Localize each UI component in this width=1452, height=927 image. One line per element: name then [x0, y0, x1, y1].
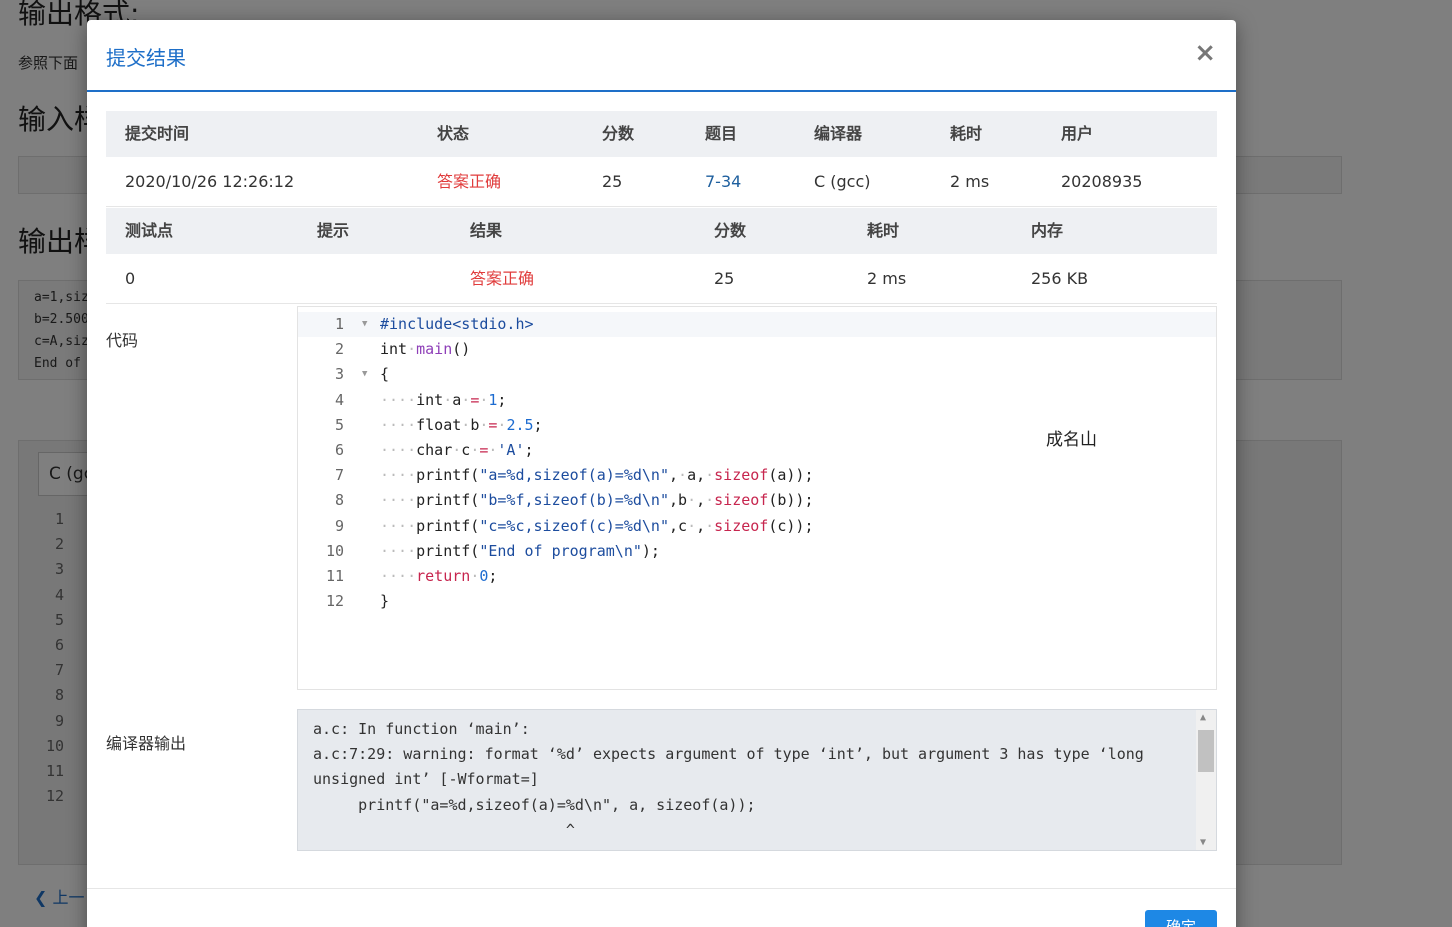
test-memory: 256 KB [1031, 269, 1089, 288]
line-number: 9 [334, 516, 344, 535]
code-text: ····char·c·=·'A'; [380, 441, 534, 459]
scrollbar-thumb[interactable] [1198, 730, 1214, 772]
code-line: 12} [298, 589, 1216, 614]
header-status: 状态 [437, 124, 470, 143]
modal-header: 提交结果 × [87, 20, 1236, 92]
code-line: 7 ····printf("a=%d,sizeof(a)=%d\n",·a,·si… [298, 463, 1216, 488]
code-text: { [380, 365, 390, 384]
line-number: 1 [334, 315, 344, 333]
scroll-down-icon[interactable]: ▼ [1200, 837, 1206, 848]
line-number: 7 [334, 466, 344, 485]
code-text: ····int·a·=·1; [380, 390, 507, 409]
table-row: 2020/10/26 12:26:12 答案正确 25 7-34 C (gcc)… [106, 157, 1217, 207]
line-number: 11 [325, 567, 344, 585]
code-line: 2 int·main() [298, 337, 1216, 362]
compiler-output-box[interactable]: a.c: In function ‘main’: a.c:7:29: warni… [297, 709, 1217, 851]
code-label: 代码 [106, 331, 139, 350]
header-elapsed: 耗时 [950, 124, 983, 143]
fold-arrow-icon[interactable]: ▼ [362, 312, 367, 337]
code-line: 8 ····printf("b=%f,sizeof(b)=%d\n",b·,·si… [298, 488, 1216, 513]
code-line: 11 ····return·0; [298, 564, 1216, 589]
compiler-output-label: 编译器输出 [106, 734, 187, 753]
watermark: 成名山 [1046, 430, 1097, 450]
submission-result-modal: 提交结果 × 提交时间 状态 分数 题目 编译器 耗时 用户 2020/10/2… [87, 20, 1236, 927]
test-point: 0 [125, 269, 136, 288]
code-text: } [380, 592, 390, 611]
compiler-value: C (gcc) [814, 172, 871, 191]
modal-title: 提交结果 [106, 46, 186, 70]
line-number: 4 [334, 390, 344, 409]
table-row: 0 答案正确 25 2 ms 256 KB [106, 254, 1217, 304]
line-number: 12 [325, 592, 344, 611]
header-test-point: 测试点 [125, 221, 174, 240]
close-icon[interactable]: × [1194, 38, 1216, 68]
code-text: ····return·0; [380, 567, 498, 585]
line-number: 5 [334, 415, 344, 434]
code-line: 10 ····printf("End of program\n"); [298, 539, 1216, 564]
code-line: 4 ····int·a·=·1; [298, 388, 1216, 413]
code-text: ····printf("b=%f,sizeof(b)=%d\n",b·,·siz… [380, 491, 814, 510]
test-elapsed: 2 ms [867, 269, 907, 288]
user-value: 20208935 [1061, 172, 1143, 191]
fold-arrow-icon[interactable]: ▼ [362, 362, 367, 387]
line-number: 2 [334, 340, 344, 359]
test-table: 测试点 提示 结果 分数 耗时 内存 0 答案正确 25 2 ms 256 KB [106, 208, 1217, 304]
code-text: ····printf("c=%c,sizeof(c)=%d\n",c·,·siz… [380, 516, 814, 535]
ok-button[interactable]: 确定 [1145, 910, 1217, 927]
header-compiler: 编译器 [814, 124, 863, 143]
line-number: 3 [334, 365, 344, 384]
submit-time: 2020/10/26 12:26:12 [125, 172, 295, 191]
test-result-badge: 答案正确 [470, 269, 535, 288]
header-test-elapsed: 耗时 [867, 221, 900, 240]
line-number: 6 [334, 441, 344, 459]
elapsed-value: 2 ms [950, 172, 990, 191]
header-user: 用户 [1061, 124, 1094, 143]
modal-footer [87, 888, 1236, 889]
test-score: 25 [714, 269, 735, 288]
scrollbar[interactable]: ▲ ▼ [1196, 710, 1216, 850]
code-line: 9 ····printf("c=%c,sizeof(c)=%d\n",c·,·si… [298, 514, 1216, 539]
header-problem: 题目 [705, 124, 738, 143]
header-test-score: 分数 [714, 221, 747, 240]
header-submit-time: 提交时间 [125, 124, 190, 143]
header-result: 结果 [470, 221, 503, 240]
line-number: 8 [334, 491, 344, 510]
code-text: ····printf("a=%d,sizeof(a)=%d\n",·a,·siz… [380, 466, 814, 485]
score-value: 25 [602, 172, 623, 191]
code-line: 1 ▼ #include<stdio.h> [298, 312, 1216, 338]
scroll-up-icon[interactable]: ▲ [1200, 712, 1206, 723]
header-score: 分数 [602, 124, 635, 143]
line-number: 10 [325, 541, 344, 560]
problem-link[interactable]: 7-34 [705, 157, 741, 207]
header-memory: 内存 [1031, 221, 1064, 240]
code-line: 3 ▼ { [298, 362, 1216, 387]
code-text: ····float·b·=·2.5; [380, 415, 543, 434]
compiler-output-text: a.c: In function ‘main’: a.c:7:29: warni… [313, 720, 1144, 850]
code-text: #include<stdio.h> [380, 315, 534, 333]
summary-table: 提交时间 状态 分数 题目 编译器 耗时 用户 2020/10/26 12:26… [106, 111, 1217, 207]
header-hint: 提示 [317, 221, 350, 240]
test-table-header: 测试点 提示 结果 分数 耗时 内存 [106, 208, 1217, 254]
summary-table-header: 提交时间 状态 分数 题目 编译器 耗时 用户 [106, 111, 1217, 157]
status-badge: 答案正确 [437, 172, 502, 191]
code-text: int·main() [380, 340, 471, 359]
code-text: ····printf("End of program\n"); [380, 541, 660, 560]
code-viewer[interactable]: 1 ▼ #include<stdio.h> 2 int·main() 3 ▼ {4 ····in… [297, 306, 1217, 690]
